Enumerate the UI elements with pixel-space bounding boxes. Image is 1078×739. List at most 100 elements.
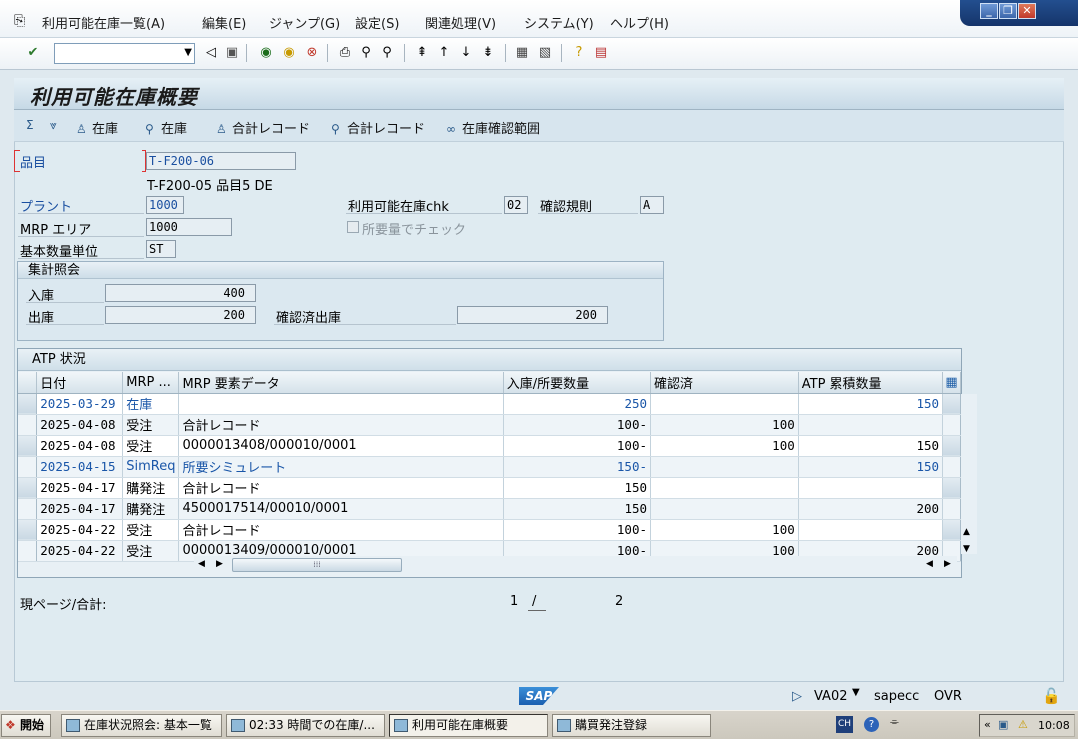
- network-icon[interactable]: ▣: [998, 718, 1008, 731]
- cell-mrp-element: 受注: [122, 435, 180, 457]
- shortcut-icon[interactable]: ▧: [537, 45, 553, 61]
- scroll-right-end-icon[interactable]: ▶: [944, 559, 951, 569]
- start-button[interactable]: ❖ 開始: [1, 714, 51, 737]
- table-row[interactable]: 2025-04-15 SimReq 所要シミュレート 150- 150: [18, 456, 961, 478]
- table-row[interactable]: 2025-04-17 購発注 合計レコード 150: [18, 477, 961, 499]
- menu-goto[interactable]: ジャンプ(G): [269, 13, 340, 32]
- material-field[interactable]: T-F200-06: [146, 152, 296, 170]
- command-field[interactable]: ▼: [54, 43, 195, 64]
- task-po-create[interactable]: 購買発注登録: [552, 714, 711, 737]
- language-indicator[interactable]: CH: [836, 716, 853, 733]
- scroll-right-icon[interactable]: ▶: [216, 559, 223, 569]
- scroll-down-icon[interactable]: ▼: [963, 544, 970, 554]
- magnifier-icon: ⚲: [145, 122, 154, 136]
- menu-icon[interactable]: ⎘: [14, 13, 25, 29]
- enter-icon[interactable]: ✔: [25, 45, 41, 61]
- check-req-checkbox[interactable]: [347, 221, 359, 233]
- total-record-button-1[interactable]: ♙ 合計レコード: [216, 118, 310, 137]
- menu-settings[interactable]: 設定(S): [355, 13, 399, 32]
- last-page-icon[interactable]: ⇟: [480, 45, 496, 61]
- cell-date: 2025-04-15: [36, 456, 124, 478]
- select-all-header[interactable]: [18, 372, 38, 394]
- row-selector[interactable]: [18, 414, 38, 436]
- scroll-up-icon[interactable]: ▲: [963, 527, 970, 537]
- horizontal-scrollbar[interactable]: ◀ ▶ ⁞⁞⁞ ◀ ▶: [194, 556, 957, 574]
- menu-system[interactable]: システム(Y): [524, 13, 594, 32]
- chevron-down-icon[interactable]: ▼: [852, 687, 860, 698]
- row-selector[interactable]: [18, 456, 38, 478]
- lock-icon[interactable]: 🔓: [1042, 687, 1061, 705]
- row-selector[interactable]: [18, 540, 38, 562]
- scroll-left-end-icon[interactable]: ◀: [926, 559, 933, 569]
- row-selector[interactable]: [18, 477, 38, 499]
- sap-logo: SAP: [519, 687, 559, 705]
- task-stock-overview[interactable]: 在庫状況照会: 基本一覧: [61, 714, 222, 737]
- warning-icon[interactable]: ⚠: [1018, 718, 1028, 731]
- stock-button-1[interactable]: ♙ 在庫: [76, 118, 118, 137]
- find-icon[interactable]: ⚲: [358, 45, 374, 61]
- cancel-icon[interactable]: ⊗: [304, 45, 320, 61]
- sigma-icon[interactable]: Σ: [26, 118, 42, 133]
- menu-help[interactable]: ヘルプ(H): [610, 13, 669, 32]
- back-arrow-icon[interactable]: ◁: [203, 45, 219, 61]
- close-icon[interactable]: ✕: [1018, 3, 1036, 19]
- row-end: [942, 414, 961, 436]
- cell-cum-atp: 150: [798, 456, 944, 478]
- row-selector[interactable]: [18, 519, 38, 541]
- help-icon[interactable]: ?: [864, 717, 879, 732]
- help-icon[interactable]: ?: [571, 45, 587, 61]
- tray-expand-icon[interactable]: «: [984, 718, 991, 731]
- task-atp-overview[interactable]: 利用可能在庫概要: [389, 714, 548, 737]
- atp-table: 日付 MRP ... MRP 要素データ 入庫/所要数量 確認済 ATP 累積数…: [18, 372, 961, 562]
- column-header-mrp-element[interactable]: MRP ...: [122, 372, 180, 394]
- cell-qty: 150: [503, 498, 652, 520]
- table-settings-icon[interactable]: ▦: [942, 372, 961, 394]
- vertical-scrollbar[interactable]: ▲ ▼: [961, 394, 977, 554]
- stock-button-2[interactable]: ⚲ 在庫: [145, 118, 187, 137]
- cell-mrp-element: 購発注: [122, 477, 180, 499]
- menu-environment[interactable]: 関連処理(V): [425, 13, 496, 32]
- minimize-icon[interactable]: _: [980, 3, 998, 19]
- table-row[interactable]: 2025-04-08 受注 0000013408/000010/0001 100- 10…: [18, 435, 961, 457]
- table-row[interactable]: 2025-04-17 購発注 4500017514/00010/0001 150 200: [18, 498, 961, 520]
- first-page-icon[interactable]: ⇞: [414, 45, 430, 61]
- menu-edit[interactable]: 編集(E): [202, 13, 246, 32]
- scroll-thumb[interactable]: ⁞⁞⁞: [232, 558, 402, 572]
- column-header-mrp-data[interactable]: MRP 要素データ: [178, 372, 504, 394]
- task-time-stock[interactable]: 02:33 時間での在庫/...: [226, 714, 385, 737]
- ime-icon[interactable]: ⌯: [890, 715, 899, 729]
- save-icon[interactable]: ▣: [224, 45, 240, 61]
- check-rule-field: A: [640, 196, 664, 214]
- atp-table-title: ATP 状況: [18, 349, 961, 371]
- exit-icon[interactable]: ◉: [281, 45, 297, 61]
- previous-page-icon[interactable]: ↑: [436, 45, 452, 61]
- back-icon[interactable]: ◉: [258, 45, 274, 61]
- find-next-icon[interactable]: ⚲: [379, 45, 395, 61]
- next-page-icon[interactable]: ↓: [458, 45, 474, 61]
- cell-cum-atp: [798, 519, 944, 541]
- table-row[interactable]: 2025-04-08 受注 合計レコード 100- 100: [18, 414, 961, 436]
- menu-atp-overview[interactable]: 利用可能在庫一覧(A): [42, 13, 165, 32]
- filter-icon[interactable]: ⩔: [50, 118, 66, 133]
- column-header-cum-atp[interactable]: ATP 累積数量: [798, 372, 944, 394]
- issues-field: 200: [105, 306, 256, 324]
- row-selector[interactable]: [18, 393, 38, 415]
- check-scope-button[interactable]: ∞ 在庫確認範囲: [446, 118, 540, 137]
- new-session-icon[interactable]: ▦: [514, 45, 530, 61]
- table-row[interactable]: 2025-03-29 在庫 250 150: [18, 393, 961, 415]
- cell-date: 2025-04-17: [36, 498, 124, 520]
- scroll-left-icon[interactable]: ◀: [198, 559, 205, 569]
- total-record-button-2[interactable]: ⚲ 合計レコード: [331, 118, 425, 137]
- layout-menu-icon[interactable]: ▤: [593, 45, 609, 61]
- restore-icon[interactable]: ❐: [999, 3, 1017, 19]
- print-icon[interactable]: ⎙: [337, 45, 353, 61]
- table-row[interactable]: 2025-04-22 受注 合計レコード 100- 100: [18, 519, 961, 541]
- column-header-qty[interactable]: 入庫/所要数量: [503, 372, 652, 394]
- row-selector[interactable]: [18, 435, 38, 457]
- status-expand-icon[interactable]: ▷: [792, 689, 802, 704]
- column-header-date[interactable]: 日付: [36, 372, 124, 394]
- standard-toolbar: ✔ ▼ ◁ ▣ ◉ ◉ ⊗ ⎙ ⚲ ⚲ ⇞ ↑ ↓ ⇟ ▦ ▧ ? ▤: [0, 38, 1078, 70]
- chevron-down-icon[interactable]: ▼: [184, 47, 192, 58]
- row-selector[interactable]: [18, 498, 38, 520]
- column-header-confirmed[interactable]: 確認済: [650, 372, 799, 394]
